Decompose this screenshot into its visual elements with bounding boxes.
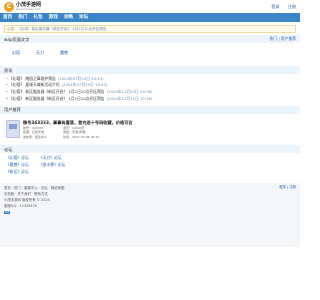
- footer-auth[interactable]: 登录 | 注册: [279, 185, 296, 189]
- news-item[interactable]: • 《幻塔》 新区服务器《新区开启》 1月1日10点开区预告 (2024年11月03…: [6, 89, 294, 96]
- forum-link[interactable]: 《逆水寒》论坛: [39, 163, 66, 168]
- section-title: 用户推荐: [4, 107, 21, 113]
- listing-meta: 账号：343333 金币：10000币 区服：幻塔天域 类型：手游(苹果) 发布…: [23, 125, 100, 139]
- forum-link[interactable]: 《新区》论坛: [6, 170, 29, 175]
- tab-game[interactable]: 幻塔: [12, 50, 20, 55]
- forum-link[interactable]: 《魔兽》论坛: [6, 163, 29, 168]
- nav-home[interactable]: 首页: [3, 15, 12, 21]
- nav-hot[interactable]: 热门: [18, 15, 27, 21]
- section-title: 论坛: [4, 146, 13, 152]
- news-item[interactable]: • 《幻塔》 新区服务器《新区开启》 1月1日10点开区预告 (2024年12月31…: [6, 96, 294, 103]
- icp-badge-icon: ICP: [4, 210, 11, 214]
- section-news-header: 资讯: [0, 66, 300, 75]
- section-title: 资讯: [4, 67, 13, 73]
- header: C 小茂手游网 www.xiaomao.com 登录 注册: [0, 0, 300, 13]
- nav-forum[interactable]: 论坛: [79, 15, 88, 21]
- forum-link[interactable]: 《天刀》论坛: [39, 156, 62, 161]
- site-domain: www.xiaomao.com: [16, 8, 41, 11]
- section-user-header: 用户推荐: [0, 105, 300, 114]
- listing-title[interactable]: 微号343333，事事有着落，首充送十号码收藏，价格可议: [23, 120, 294, 125]
- forum-link[interactable]: 《幻塔》论坛: [6, 156, 29, 161]
- logo-icon: C: [4, 1, 14, 12]
- section-links[interactable]: 热门 | 用户推荐: [270, 36, 296, 42]
- news-item[interactable]: • 《幻塔》 星球天域新活动介绍 (2024年07月25日 10:43): [6, 82, 294, 89]
- nav-guides[interactable]: 攻略: [64, 15, 73, 21]
- user-listing-card[interactable]: 微号343333，事事有着落，首充送十号码收藏，价格可议 账号：343333 金…: [6, 119, 294, 140]
- register-link[interactable]: 注册: [288, 4, 296, 9]
- section-title: wap页面文字: [4, 36, 30, 42]
- game-tabs: 幻塔 天刀 魔兽: [0, 43, 300, 64]
- main-nav: 首页 热门 礼包 游戏 攻略 论坛: [0, 13, 300, 22]
- announcement-text[interactable]: 《幻塔》新区服务器《新区开启》 1月1日10点开区预告: [17, 27, 106, 31]
- tab-game[interactable]: 魔兽: [60, 50, 68, 55]
- section-hot-header: wap页面文字 热门 | 用户推荐: [0, 35, 300, 44]
- announcement-bar[interactable]: 公告 《幻塔》新区服务器《新区开启》 1月1日10点开区预告: [4, 25, 296, 34]
- news-list: • 《幻塔》 晓园之章维护预告 (2024年07月25日 10:43) • 《幻塔》 …: [0, 74, 300, 103]
- section-forum-header: 论坛: [0, 145, 300, 154]
- logo[interactable]: C 小茂手游网 www.xiaomao.com: [4, 1, 41, 12]
- news-item[interactable]: • 《幻塔》 晓园之章维护预告 (2024年07月25日 10:43): [6, 75, 294, 82]
- tab-game[interactable]: 天刀: [36, 50, 44, 55]
- nav-gifts[interactable]: 礼包: [33, 15, 42, 21]
- login-link[interactable]: 登录: [271, 4, 279, 9]
- forum-list: 《幻塔》论坛 《天刀》论坛 《魔兽》论坛 《逆水寒》论坛 《新区》论坛: [0, 153, 300, 179]
- listing-thumbnail[interactable]: [6, 119, 20, 138]
- announcement-tag: 公告: [7, 27, 15, 31]
- footer: 登录 | 注册 首页 · 热门 · 客服中心 · 论坛 · 网站地图 手机版 ·…: [0, 183, 300, 248]
- nav-games[interactable]: 游戏: [49, 15, 58, 21]
